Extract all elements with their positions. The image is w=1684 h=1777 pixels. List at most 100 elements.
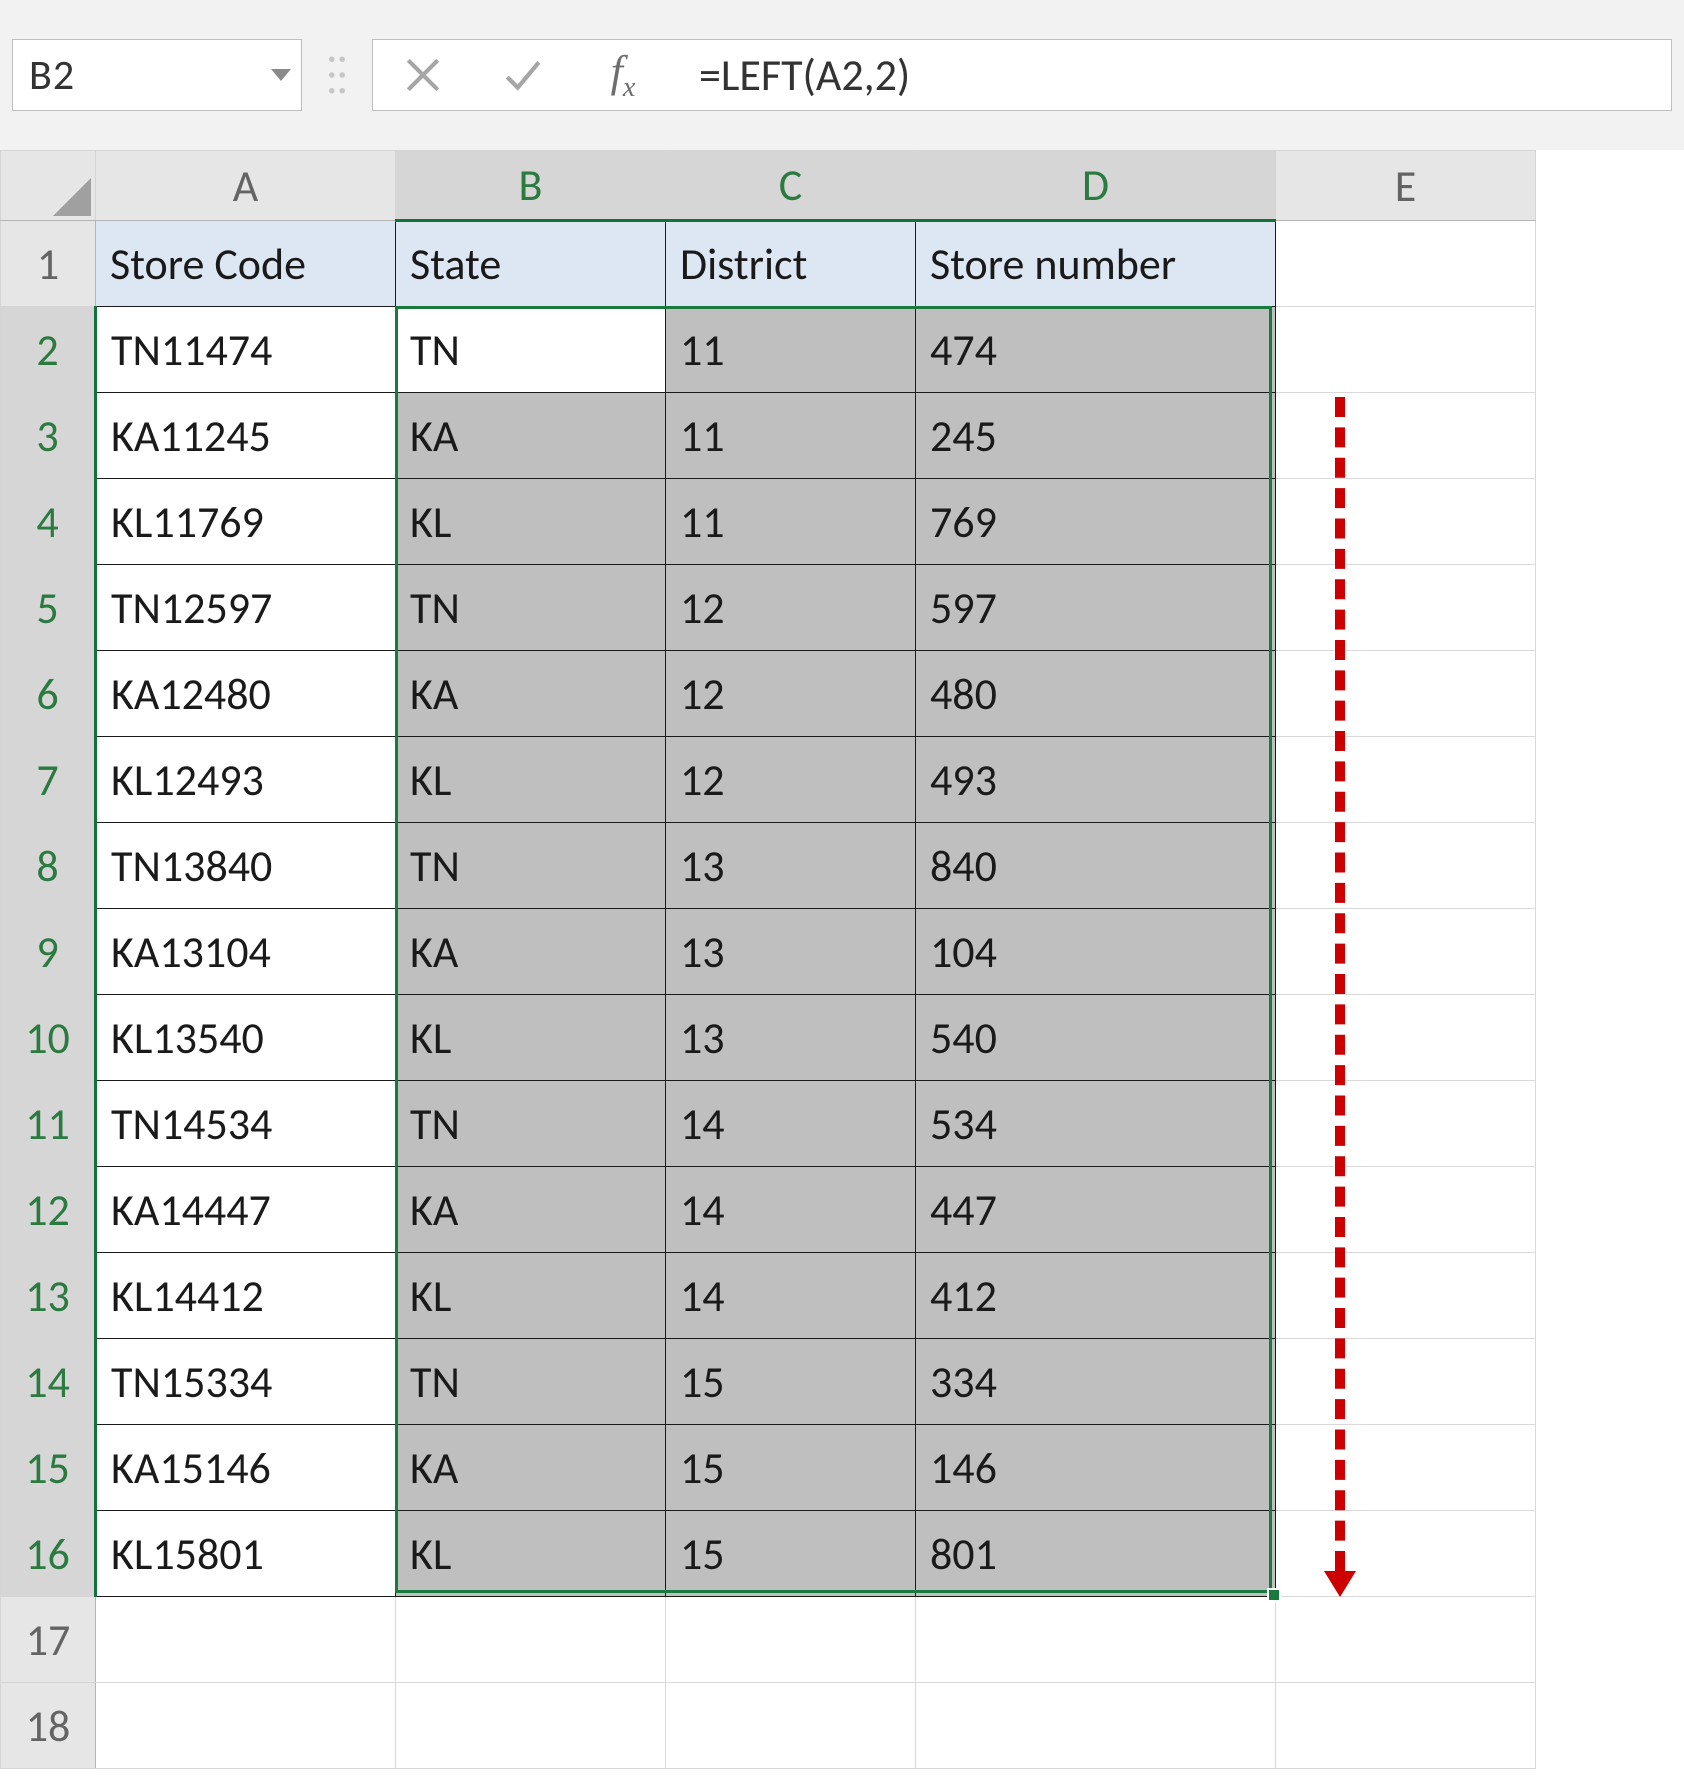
cell-D18[interactable] bbox=[916, 1683, 1276, 1769]
cell-B1[interactable]: State bbox=[396, 221, 666, 307]
row-header-10[interactable]: 10 bbox=[1, 995, 96, 1081]
cell-A5[interactable]: TN12597 bbox=[96, 565, 396, 651]
cell-C17[interactable] bbox=[666, 1597, 916, 1683]
cell-A10[interactable]: KL13540 bbox=[96, 995, 396, 1081]
cell-D8[interactable]: 840 bbox=[916, 823, 1276, 909]
cell-A4[interactable]: KL11769 bbox=[96, 479, 396, 565]
cell-C16[interactable]: 15 bbox=[666, 1511, 916, 1597]
cell-B11[interactable]: TN bbox=[396, 1081, 666, 1167]
cell-B7[interactable]: KL bbox=[396, 737, 666, 823]
row-header-2[interactable]: 2 bbox=[1, 307, 96, 393]
cell-E18[interactable] bbox=[1276, 1683, 1536, 1769]
cell-A12[interactable]: KA14447 bbox=[96, 1167, 396, 1253]
enter-button[interactable] bbox=[473, 39, 573, 111]
cell-E15[interactable] bbox=[1276, 1425, 1536, 1511]
cell-C14[interactable]: 15 bbox=[666, 1339, 916, 1425]
cell-D11[interactable]: 534 bbox=[916, 1081, 1276, 1167]
cell-D7[interactable]: 493 bbox=[916, 737, 1276, 823]
column-header-C[interactable]: C bbox=[666, 151, 916, 221]
cell-C18[interactable] bbox=[666, 1683, 916, 1769]
cell-E6[interactable] bbox=[1276, 651, 1536, 737]
cell-E5[interactable] bbox=[1276, 565, 1536, 651]
cell-A16[interactable]: KL15801 bbox=[96, 1511, 396, 1597]
cell-B13[interactable]: KL bbox=[396, 1253, 666, 1339]
cell-C6[interactable]: 12 bbox=[666, 651, 916, 737]
cell-C2[interactable]: 11 bbox=[666, 307, 916, 393]
cell-D1[interactable]: Store number bbox=[916, 221, 1276, 307]
cell-E1[interactable] bbox=[1276, 221, 1536, 307]
cell-C13[interactable]: 14 bbox=[666, 1253, 916, 1339]
cell-E3[interactable] bbox=[1276, 393, 1536, 479]
cell-E17[interactable] bbox=[1276, 1597, 1536, 1683]
cell-A2[interactable]: TN11474 bbox=[96, 307, 396, 393]
cell-D6[interactable]: 480 bbox=[916, 651, 1276, 737]
cell-E10[interactable] bbox=[1276, 995, 1536, 1081]
cell-A6[interactable]: KA12480 bbox=[96, 651, 396, 737]
cell-B10[interactable]: KL bbox=[396, 995, 666, 1081]
cell-C3[interactable]: 11 bbox=[666, 393, 916, 479]
cell-B9[interactable]: KA bbox=[396, 909, 666, 995]
cell-A13[interactable]: KL14412 bbox=[96, 1253, 396, 1339]
cell-A15[interactable]: KA15146 bbox=[96, 1425, 396, 1511]
cell-A17[interactable] bbox=[96, 1597, 396, 1683]
insert-function-button[interactable]: fx bbox=[573, 46, 673, 104]
cell-A14[interactable]: TN15334 bbox=[96, 1339, 396, 1425]
cell-C1[interactable]: District bbox=[666, 221, 916, 307]
cell-A8[interactable]: TN13840 bbox=[96, 823, 396, 909]
cell-C11[interactable]: 14 bbox=[666, 1081, 916, 1167]
cell-B3[interactable]: KA bbox=[396, 393, 666, 479]
column-header-B[interactable]: B bbox=[396, 151, 666, 221]
cell-B5[interactable]: TN bbox=[396, 565, 666, 651]
cell-D16[interactable]: 801 bbox=[916, 1511, 1276, 1597]
row-header-5[interactable]: 5 bbox=[1, 565, 96, 651]
cell-D14[interactable]: 334 bbox=[916, 1339, 1276, 1425]
cell-D12[interactable]: 447 bbox=[916, 1167, 1276, 1253]
column-header-D[interactable]: D bbox=[916, 151, 1276, 221]
drag-handle-icon[interactable] bbox=[302, 39, 372, 111]
cell-A18[interactable] bbox=[96, 1683, 396, 1769]
cell-E16[interactable] bbox=[1276, 1511, 1536, 1597]
cell-D9[interactable]: 104 bbox=[916, 909, 1276, 995]
cell-E2[interactable] bbox=[1276, 307, 1536, 393]
cell-B8[interactable]: TN bbox=[396, 823, 666, 909]
cell-E8[interactable] bbox=[1276, 823, 1536, 909]
cell-A7[interactable]: KL12493 bbox=[96, 737, 396, 823]
cell-C4[interactable]: 11 bbox=[666, 479, 916, 565]
cell-B12[interactable]: KA bbox=[396, 1167, 666, 1253]
cell-B17[interactable] bbox=[396, 1597, 666, 1683]
cell-C10[interactable]: 13 bbox=[666, 995, 916, 1081]
cell-C8[interactable]: 13 bbox=[666, 823, 916, 909]
row-header-14[interactable]: 14 bbox=[1, 1339, 96, 1425]
column-header-A[interactable]: A bbox=[96, 151, 396, 221]
cell-B4[interactable]: KL bbox=[396, 479, 666, 565]
formula-bar-input[interactable]: =LEFT(A2,2) bbox=[673, 39, 1672, 111]
cell-B14[interactable]: TN bbox=[396, 1339, 666, 1425]
cell-D3[interactable]: 245 bbox=[916, 393, 1276, 479]
row-header-7[interactable]: 7 bbox=[1, 737, 96, 823]
cell-C9[interactable]: 13 bbox=[666, 909, 916, 995]
cell-B15[interactable]: KA bbox=[396, 1425, 666, 1511]
cell-E13[interactable] bbox=[1276, 1253, 1536, 1339]
select-all-button[interactable] bbox=[1, 151, 96, 221]
row-header-11[interactable]: 11 bbox=[1, 1081, 96, 1167]
cancel-button[interactable] bbox=[373, 39, 473, 111]
cell-A3[interactable]: KA11245 bbox=[96, 393, 396, 479]
row-header-9[interactable]: 9 bbox=[1, 909, 96, 995]
cell-B6[interactable]: KA bbox=[396, 651, 666, 737]
row-header-8[interactable]: 8 bbox=[1, 823, 96, 909]
cell-E12[interactable] bbox=[1276, 1167, 1536, 1253]
row-header-18[interactable]: 18 bbox=[1, 1683, 96, 1769]
cell-D10[interactable]: 540 bbox=[916, 995, 1276, 1081]
row-header-4[interactable]: 4 bbox=[1, 479, 96, 565]
cell-E11[interactable] bbox=[1276, 1081, 1536, 1167]
cell-B18[interactable] bbox=[396, 1683, 666, 1769]
cell-B16[interactable]: KL bbox=[396, 1511, 666, 1597]
row-header-13[interactable]: 13 bbox=[1, 1253, 96, 1339]
cell-E7[interactable] bbox=[1276, 737, 1536, 823]
cell-D2[interactable]: 474 bbox=[916, 307, 1276, 393]
cell-E4[interactable] bbox=[1276, 479, 1536, 565]
cell-C12[interactable]: 14 bbox=[666, 1167, 916, 1253]
row-header-1[interactable]: 1 bbox=[1, 221, 96, 307]
cell-B2[interactable]: TN bbox=[396, 307, 666, 393]
cell-A1[interactable]: Store Code bbox=[96, 221, 396, 307]
